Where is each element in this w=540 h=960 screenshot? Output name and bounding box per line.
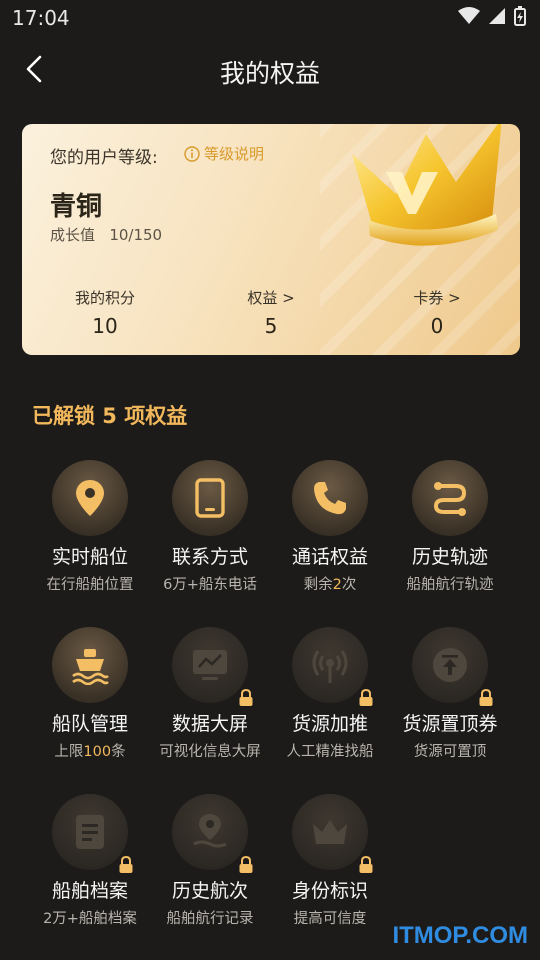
benefit-desc: 船舶航行记录 [166,911,254,927]
benefit-desc: 货源可置顶 [413,744,487,760]
benefit-desc: 2万+船舶档案 [43,911,137,927]
benefit-desc-post: 条 [111,744,126,760]
benefit-realtime-position[interactable]: 实时船位 在行船舶位置 [30,460,150,594]
ship-icon [72,649,109,685]
level-label: 您的用户等级: [50,148,158,168]
benefit-icon-bg [412,460,488,536]
stat-coupons-label: 卡券 > [413,289,461,307]
benefit-icon-bg [292,460,368,536]
benefit-icon-bg [172,794,253,873]
section-title: 已解锁 5 项权益 [32,404,188,428]
page-title: 我的权益 [219,59,320,88]
benefit-name: 货源加推 [291,713,368,735]
benefit-desc-highlight: 100 [83,744,112,760]
stat-benefits-label: 权益 > [247,289,295,307]
stat-benefits-value: 5 [264,314,278,338]
level-explain-link[interactable]: 等级说明 [184,143,264,164]
lock-icon [359,856,373,873]
signal-icon [489,8,505,24]
benefit-ship-archive[interactable]: 船舶档案 2万+船舶档案 [30,794,150,928]
benefit-desc: 在行船舶位置 [46,577,134,593]
benefit-name: 船队管理 [51,713,128,735]
crown-badge-icon [313,820,347,844]
benefit-name: 历史轨迹 [411,546,488,568]
stat-points[interactable]: 我的积分 10 [30,287,180,338]
benefit-fleet[interactable]: 船队管理 上限100条 [30,627,150,761]
benefit-icon-bg [172,627,253,706]
benefit-identity-badge[interactable]: 身份标识 提高可信度 [270,794,390,928]
benefit-contact[interactable]: 联系方式 6万+船东电话 [150,460,270,594]
battery-icon [514,6,526,26]
benefit-desc: 提高可信度 [293,911,367,927]
monitor-icon [193,650,227,680]
broadcast-icon [312,650,348,683]
stat-benefits[interactable]: 权益 > 5 [196,287,346,338]
stat-points-value: 10 [92,314,118,338]
benefit-icon-bg [52,627,128,703]
benefit-desc: 6万+船东电话 [163,577,257,593]
benefit-desc: 人工精准找船 [286,744,374,760]
benefit-desc: 可视化信息大屏 [159,744,261,760]
stat-coupons-value: 0 [430,314,444,338]
watermark: ITMOP.COM [392,922,528,949]
route-icon [433,482,467,516]
benefit-cargo-pin[interactable]: 货源置顶券 货源可置顶 [390,627,510,761]
benefit-icon-bg [292,794,373,873]
growth-value: 成长值 10/150 [50,224,162,245]
benefit-icon-bg [292,627,373,706]
benefit-desc: 剩余2次 [270,573,390,594]
benefit-data-screen[interactable]: 数据大屏 可视化信息大屏 [150,627,270,761]
status-bar: 17:04 [0,0,540,34]
growth-label: 成长值 [50,226,96,244]
benefit-desc: 船舶航行轨迹 [406,577,494,593]
benefit-desc-post: 次 [341,577,357,593]
lock-icon [359,689,373,706]
stat-coupons[interactable]: 卡券 > 0 [362,287,512,338]
location-icon [76,480,104,516]
benefit-desc: 上限100条 [30,740,150,761]
benefit-name: 船舶档案 [51,880,128,902]
benefit-desc-pre: 上限 [54,744,84,760]
benefit-name: 联系方式 [171,546,248,568]
pin-top-icon [433,648,467,682]
benefit-icon-bg [172,460,248,536]
archive-icon [76,815,104,849]
level-name: 青铜 [50,192,103,222]
benefit-history-voyage[interactable]: 历史航次 船舶航行记录 [150,794,270,928]
crown-icon [352,124,502,246]
lock-icon [119,856,133,873]
tablet-icon [195,478,225,518]
status-time: 17:04 [12,6,70,30]
benefit-name: 身份标识 [291,880,368,902]
benefit-icon-bg [412,627,493,706]
phone-icon [314,482,346,515]
benefit-name: 货源置顶券 [402,713,498,735]
benefit-name: 通话权益 [291,546,368,568]
lock-icon [239,856,253,873]
stat-points-label: 我的积分 [74,289,135,307]
benefit-name: 实时船位 [51,546,128,568]
lock-icon [479,689,493,706]
benefit-desc-pre: 剩余 [303,577,333,593]
level-card: 您的用户等级: 等级说明 青铜 成长值 10/150 我的积分 10 权益 > … [22,124,520,355]
wifi-icon [458,7,480,24]
benefit-icon-bg [52,460,128,536]
status-icons [458,6,526,26]
header: 我的权益 [0,40,540,100]
growth-number: 10/150 [109,226,163,244]
benefit-name: 历史航次 [171,880,248,902]
lock-icon [239,689,253,706]
level-explain-label: 等级说明 [204,145,265,163]
benefit-cargo-push[interactable]: 货源加推 人工精准找船 [270,627,390,761]
benefit-call[interactable]: 通话权益 剩余2次 [270,460,390,594]
voyage-icon [193,814,227,848]
benefit-icon-bg [52,794,133,873]
benefit-name: 数据大屏 [171,713,248,735]
benefit-history-track[interactable]: 历史轨迹 船舶航行轨迹 [390,460,510,594]
info-icon [184,145,200,162]
benefit-desc-highlight: 2 [332,577,342,593]
